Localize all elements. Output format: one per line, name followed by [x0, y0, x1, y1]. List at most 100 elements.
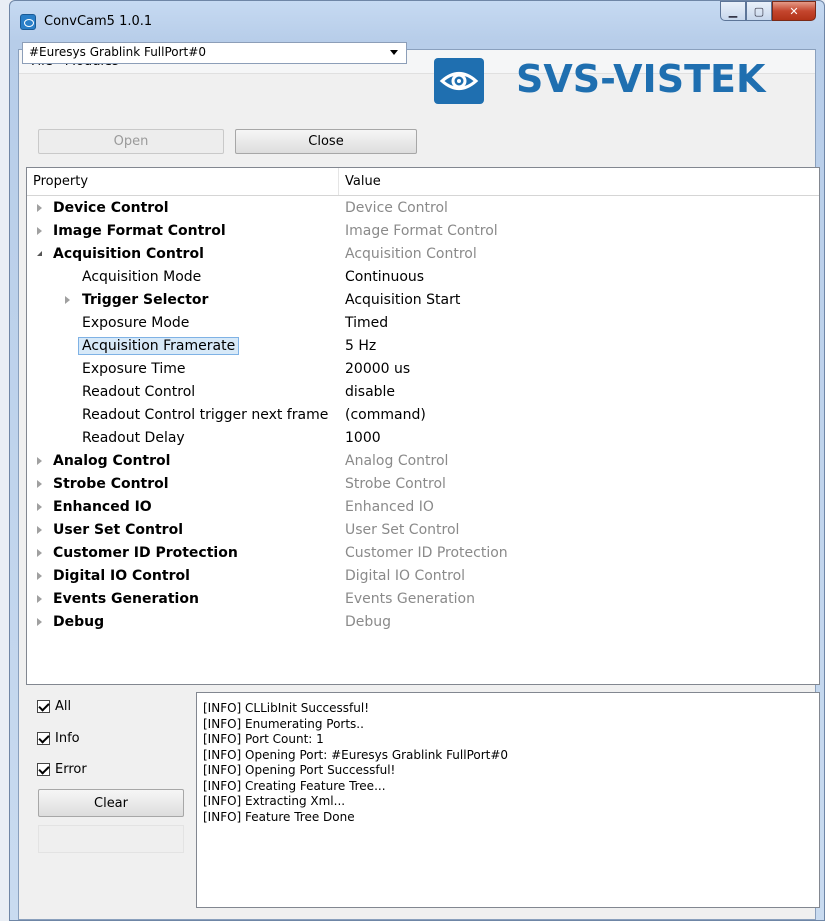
tree-row-property: Debug: [27, 610, 339, 633]
tree-row-label: Customer ID Protection: [53, 544, 238, 561]
tree-row-label: Readout Control: [82, 383, 196, 400]
collapsed-arrow-icon[interactable]: [65, 296, 70, 304]
tree-row-value[interactable]: Continuous: [339, 269, 424, 285]
tree-row-label: Exposure Mode: [82, 314, 190, 331]
company-logo: SVS-VISTEK: [434, 56, 814, 104]
tree-row-value[interactable]: User Set Control: [339, 522, 459, 538]
tree-row[interactable]: Analog Control Analog Control: [27, 449, 819, 472]
tree-row-property: Acquisition Control: [27, 242, 339, 265]
clear-log-button[interactable]: Clear: [38, 789, 184, 817]
filter-error-checkbox[interactable]: Error: [37, 762, 87, 777]
tree-row-label: Device Control: [53, 199, 169, 216]
tree-row[interactable]: Readout Control trigger next frame (comma…: [27, 403, 819, 426]
column-header-property[interactable]: Property: [27, 168, 339, 195]
tree-row-property: Exposure Time: [27, 357, 339, 380]
collapsed-arrow-icon[interactable]: [37, 572, 42, 580]
tree-row-value[interactable]: Enhanced IO: [339, 499, 434, 515]
tree-row-value[interactable]: Debug: [339, 614, 391, 630]
open-button[interactable]: Open: [38, 129, 224, 154]
tree-row-label: Readout Delay: [82, 429, 185, 446]
tree-row-value[interactable]: (command): [339, 407, 426, 423]
collapsed-arrow-icon[interactable]: [37, 480, 42, 488]
tree-row-property: Device Control: [27, 196, 339, 219]
tree-row-label: Image Format Control: [53, 222, 226, 239]
tree-row[interactable]: Customer ID Protection Customer ID Protec…: [27, 541, 819, 564]
tree-row-property: Enhanced IO: [27, 495, 339, 518]
tree-row[interactable]: Acquisition Control Acquisition Control: [27, 242, 819, 265]
filter-error-label: Error: [55, 762, 87, 777]
minimize-button[interactable]: ▁: [720, 1, 746, 21]
tree-row-property: Readout Control trigger next frame: [27, 403, 339, 426]
tree-row-value[interactable]: Device Control: [339, 200, 448, 216]
tree-row[interactable]: Acquisition Mode Continuous: [27, 265, 819, 288]
tree-row[interactable]: Debug Debug: [27, 610, 819, 633]
collapsed-arrow-icon[interactable]: [37, 457, 42, 465]
close-window-button[interactable]: ✕: [772, 1, 816, 21]
filter-all-checkbox[interactable]: All: [37, 699, 71, 714]
window-title: ConvCam5 1.0.1: [44, 14, 153, 29]
tree-row-value[interactable]: Events Generation: [339, 591, 475, 607]
tree-header: Property Value: [27, 168, 819, 196]
tree-row-value[interactable]: 1000: [339, 430, 381, 446]
tree-row-label: Strobe Control: [53, 475, 169, 492]
tree-row-value[interactable]: 20000 us: [339, 361, 410, 377]
close-icon: ✕: [789, 4, 799, 18]
tree-row[interactable]: Readout Control disable: [27, 380, 819, 403]
tree-row[interactable]: Trigger Selector Acquisition Start: [27, 288, 819, 311]
tree-row[interactable]: Acquisition Framerate 5 Hz: [27, 334, 819, 357]
tree-row[interactable]: Device Control Device Control: [27, 196, 819, 219]
property-tree[interactable]: Property Value Device Control Device Cont…: [26, 167, 820, 685]
tree-row-value[interactable]: Strobe Control: [339, 476, 446, 492]
log-line: [INFO] Creating Feature Tree...: [203, 778, 386, 793]
collapsed-arrow-icon[interactable]: [37, 503, 42, 511]
log-output[interactable]: [INFO] CLLibInit Successful! [INFO] Enume…: [196, 692, 820, 908]
tree-row-value[interactable]: Customer ID Protection: [339, 545, 508, 561]
tree-row-label: Analog Control: [53, 452, 171, 469]
tree-row-value[interactable]: Analog Control: [339, 453, 448, 469]
tree-row[interactable]: Exposure Mode Timed: [27, 311, 819, 334]
tree-row-value[interactable]: Image Format Control: [339, 223, 498, 239]
maximize-button[interactable]: ▢: [746, 1, 772, 21]
disabled-button: [38, 825, 184, 853]
title-bar[interactable]: ConvCam5 1.0.1 ▁ ▢ ✕: [10, 1, 824, 41]
collapsed-arrow-icon[interactable]: [37, 526, 42, 534]
window-controls: ▁ ▢ ✕: [720, 1, 816, 21]
collapsed-arrow-icon[interactable]: [37, 549, 42, 557]
filter-info-label: Info: [55, 731, 80, 746]
filter-all-label: All: [55, 699, 72, 714]
tree-row-value[interactable]: Timed: [339, 315, 388, 331]
log-line: [INFO] Extracting Xml...: [203, 794, 346, 808]
tree-row-value[interactable]: Digital IO Control: [339, 568, 465, 584]
tree-row-property: Readout Delay: [27, 426, 339, 449]
tree-row[interactable]: Digital IO Control Digital IO Control: [27, 564, 819, 587]
column-header-value[interactable]: Value: [339, 168, 381, 195]
tree-row[interactable]: User Set Control User Set Control: [27, 518, 819, 541]
tree-row[interactable]: Image Format Control Image Format Control: [27, 219, 819, 242]
tree-row-value[interactable]: disable: [339, 384, 395, 400]
close-button[interactable]: Close: [235, 129, 417, 154]
tree-row-property: User Set Control: [27, 518, 339, 541]
tree-row-value[interactable]: Acquisition Start: [339, 292, 460, 308]
maximize-icon: ▢: [753, 4, 765, 18]
port-select[interactable]: #Euresys Grablink FullPort#0: [22, 42, 407, 64]
collapsed-arrow-icon[interactable]: [37, 204, 42, 212]
log-line: [INFO] Opening Port Successful!: [203, 763, 396, 777]
log-line: [INFO] Port Count: 1: [203, 732, 324, 746]
filter-info-checkbox[interactable]: Info: [37, 731, 80, 746]
tree-row-value[interactable]: 5 Hz: [339, 338, 376, 354]
app-icon: [20, 14, 36, 30]
tree-row-value[interactable]: Acquisition Control: [339, 246, 477, 262]
tree-row-property: Customer ID Protection: [27, 541, 339, 564]
expanded-arrow-icon[interactable]: [37, 251, 42, 256]
tree-row-property: Acquisition Framerate: [27, 334, 339, 357]
tree-row[interactable]: Enhanced IO Enhanced IO: [27, 495, 819, 518]
collapsed-arrow-icon[interactable]: [37, 595, 42, 603]
tree-row[interactable]: Events Generation Events Generation: [27, 587, 819, 610]
tree-row[interactable]: Strobe Control Strobe Control: [27, 472, 819, 495]
tree-row[interactable]: Readout Delay 1000: [27, 426, 819, 449]
collapsed-arrow-icon[interactable]: [37, 227, 42, 235]
tree-row-label: Readout Control trigger next frame: [82, 406, 329, 423]
collapsed-arrow-icon[interactable]: [37, 618, 42, 626]
tree-row-property: Image Format Control: [27, 219, 339, 242]
tree-row[interactable]: Exposure Time 20000 us: [27, 357, 819, 380]
